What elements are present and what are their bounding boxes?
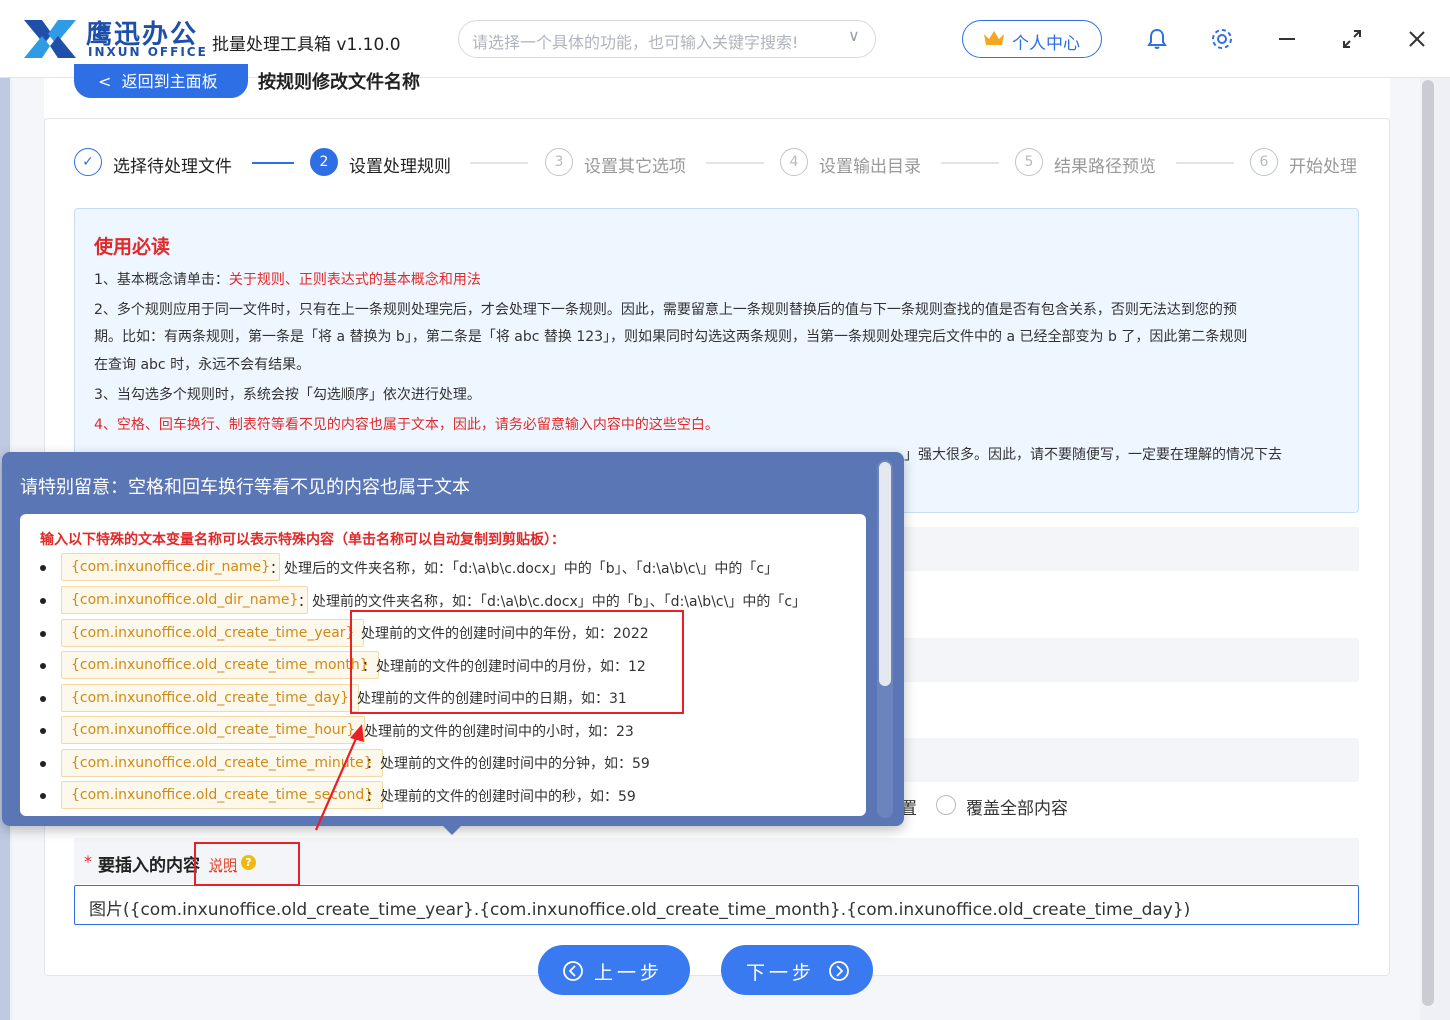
expand-icon[interactable] [1339,26,1365,52]
notice-line-2c: 在查询 abc 时，永远不会有结果。 [94,357,311,373]
popup-arrow [441,824,463,835]
notice-line-1: 1、基本概念请单击：关于规则、正则表达式的基本概念和用法 [94,272,481,288]
step-connector [252,162,294,164]
notice-line-5: 」强大很多。因此，请不要随便写，一定要在理解的情况下去 [904,447,1282,463]
arrow-right-circle-icon [829,961,849,981]
logo-icon [24,20,76,58]
insert-content-value: 图片({com.inxunoffice.old_create_time_year… [89,900,1191,920]
overwrite-radio-label[interactable]: 覆盖全部内容 [966,794,1068,819]
step-5-circle: 5 [1015,148,1043,176]
variable-desc: ：处理前的文件夹名称，如：「d:\a\b\c.docx」中的「b」、「d:\a\… [298,594,807,610]
variable-desc: ：处理前的文件的创建时间中的秒，如：59 [366,789,636,805]
notice-line-2a: 2、多个规则应用于同一文件时，只有在上一条规则处理完后，才会处理下一条规则。因此… [94,302,1237,318]
step-2-label: 设置处理规则 [349,157,451,177]
search-placeholder: 请选择一个具体的功能，也可输入关键字搜索! [472,33,799,52]
step-1-label: 选择待处理文件 [113,157,232,177]
variable-desc: ：处理前的文件的创建时间中的分钟，如：59 [366,756,650,772]
list-bullet [40,696,46,702]
back-button-label: < 返回到主面板 [98,72,218,91]
step-6-label: 开始处理 [1289,157,1357,177]
step-4-label: 设置输出目录 [819,157,921,177]
step-4-circle: 4 [780,148,808,176]
variable-tag-old-dir-name[interactable]: {com.inxunoffice.old_dir_name} [61,586,309,614]
step-connector [706,162,764,164]
step-5-label: 结果路径预览 [1054,157,1156,177]
list-bullet [40,565,46,571]
popup-scrollbar-thumb[interactable] [879,462,891,686]
popup-heading: 输入以下特殊的文本变量名称可以表示特殊内容（单击名称可以自动复制到剪贴板）： [40,532,565,548]
step-1-circle: ✓ [74,148,102,176]
bell-icon[interactable] [1144,26,1170,52]
variable-tag-year[interactable]: {com.inxunoffice.old_create_time_year} [61,619,365,647]
variable-tag-dir-name[interactable]: {com.inxunoffice.dir_name} [61,553,281,581]
notice-title: 使用必读 [94,236,171,258]
personal-center-label: 个人中心 [1012,34,1080,54]
step-connector [941,162,999,164]
overwrite-radio[interactable] [936,795,956,815]
annotation-arrow-icon [314,724,364,831]
list-bullet [40,663,46,669]
notice-line-3: 3、当勾选多个规则时，系统会按「勾选顺序」依次进行处理。 [94,387,481,403]
app-title: 批量处理工具箱 v1.10.0 [212,35,401,55]
logo-subtext: INXUN OFFICE [88,45,208,59]
list-bullet [40,631,46,637]
required-marker: * [84,852,92,871]
insert-content-label: 要插入的内容 [98,856,200,876]
notice-line-4: 4、空格、回车换行、制表符等看不见的内容也属于文本，因此，请务必留意输入内容中的… [94,417,719,433]
minimize-icon[interactable] [1274,26,1300,52]
crown-icon [984,31,1004,45]
step-6-circle: 6 [1250,148,1278,176]
concept-link[interactable]: 关于规则、正则表达式的基本概念和用法 [229,272,481,288]
step-connector [1176,162,1234,164]
list-bullet [40,598,46,604]
popup-title: 请特别留意：空格和回车换行等看不见的内容也属于文本 [20,477,470,498]
notice-line-2b: 期。比如：有两条规则，第一条是「将 a 替换为 b」，第二条是「将 abc 替换… [94,329,1248,345]
variable-desc: 处理前的文件的创建时间中的小时，如：23 [364,724,634,740]
page-scrollbar-thumb[interactable] [1422,80,1434,1006]
step-3-circle: 3 [545,148,573,176]
annotation-highlight-box [350,610,684,714]
next-step-label: 下一步 [746,962,816,984]
list-bullet [40,761,46,767]
step-connector [470,162,528,164]
prev-step-label: 上一步 [594,962,664,984]
chevron-down-icon[interactable]: ∨ [848,26,860,45]
annotation-highlight-box [194,842,300,886]
variable-desc: ：处理后的文件夹名称，如：「d:\a\b\c.docx」中的「b」、「d:\a\… [270,561,779,577]
step-2-circle: 2 [310,148,338,176]
variable-tag-month[interactable]: {com.inxunoffice.old_create_time_month} [61,651,379,679]
list-bullet [40,793,46,799]
gear-icon[interactable] [1209,26,1235,52]
list-bullet [40,728,46,734]
arrow-left-circle-icon [563,961,583,981]
variable-tag-day[interactable]: {com.inxunoffice.old_create_time_day} [61,684,359,712]
close-icon[interactable] [1404,26,1430,52]
page-title: 按规则修改文件名称 [258,72,420,93]
step-3-label: 设置其它选项 [584,157,686,177]
